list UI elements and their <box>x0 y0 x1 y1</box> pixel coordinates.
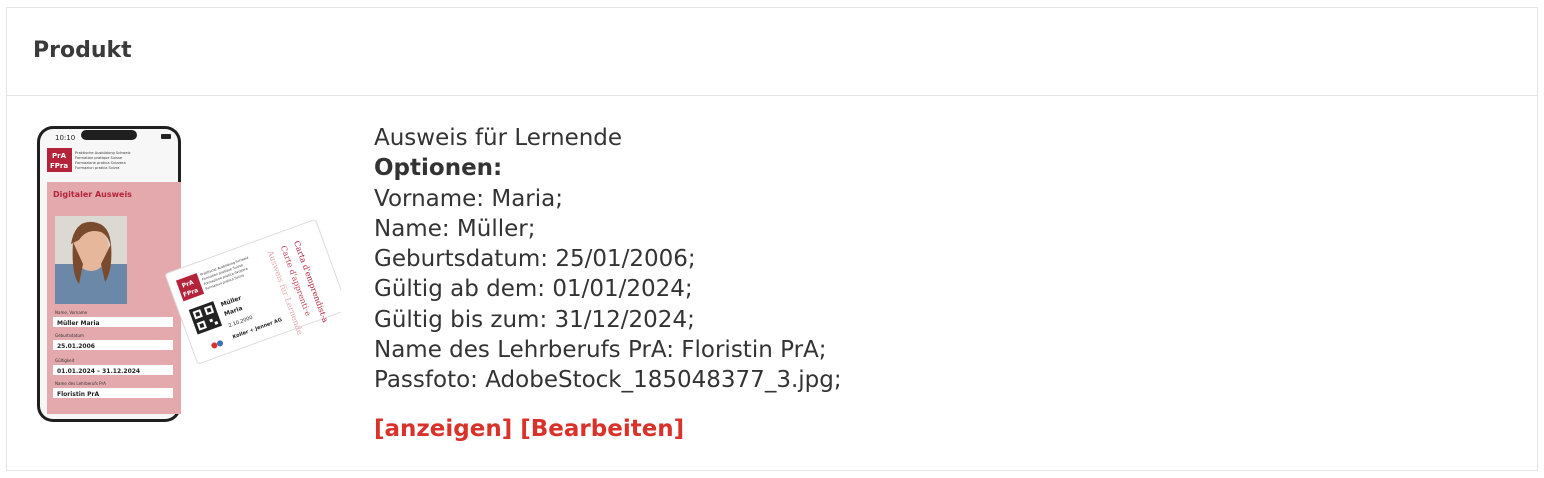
table-header: Produkt <box>7 8 1537 96</box>
product-image-illustration: 10:10 PrA FPra Praktische Ausbildung Sch… <box>37 126 348 422</box>
phone-field-label: Geburtsdatum <box>55 333 84 338</box>
phone-org-line: Furmaziun pratica Svizra <box>75 166 120 170</box>
phone-org-line: Praktische Ausbildung Schweiz <box>75 151 131 155</box>
options-label: Optionen: <box>374 155 503 182</box>
phone-field-value: Floristin PrA <box>57 391 100 398</box>
phone-field-label: Name, Vorname <box>55 310 88 315</box>
phone-field-value: 25.01.2006 <box>57 343 95 350</box>
option-line: Vorname: Maria; <box>374 185 563 212</box>
option-line: Geburtsdatum: 25/01/2006; <box>374 246 696 273</box>
phone-mockup: 10:10 PrA FPra Praktische Ausbildung Sch… <box>37 126 181 422</box>
phone-logo-line1: PrA <box>52 152 67 160</box>
option-line: Name des Lehrberufs PrA: Floristin PrA; <box>374 337 827 364</box>
phone-field-value: 01.01.2024 – 31.12.2024 <box>57 368 140 375</box>
phone-field-label: Name des Lehrberufs PrA <box>55 381 106 386</box>
option-line: Gültig ab dem: 01/01/2024; <box>374 276 693 303</box>
passport-photo <box>55 216 127 304</box>
phone-field-value: Müller Maria <box>57 320 100 327</box>
phone-field-label: Gültigkeit <box>55 358 75 363</box>
view-link[interactable]: [anzeigen] <box>374 416 512 442</box>
product-table: Produkt 10:10 PrA FPra Praktische Ausbil… <box>6 7 1538 471</box>
column-header-produkt: Produkt <box>33 38 132 63</box>
table-row: 10:10 PrA FPra Praktische Ausbildung Sch… <box>7 96 1537 470</box>
product-details: Ausweis für Lernende Optionen: Vorname: … <box>374 123 842 396</box>
physical-id-card: PrA FPra Praktische Ausbildung Schweiz F… <box>165 219 348 364</box>
product-actions: [anzeigen] [Bearbeiten] <box>374 416 684 442</box>
edit-link[interactable]: [Bearbeiten] <box>520 416 684 442</box>
phone-time: 10:10 <box>55 134 75 142</box>
phone-card-title: Digitaler Ausweis <box>53 190 132 199</box>
option-line: Name: Müller; <box>374 215 536 242</box>
phone-logo-line2: FPra <box>50 162 68 170</box>
phone-org-line: Formazione pratica Svizzera <box>75 161 126 165</box>
phone-org-line: Formation pratique Suisse <box>75 156 123 160</box>
product-image: 10:10 PrA FPra Praktische Ausbildung Sch… <box>35 124 348 428</box>
option-line: Passfoto: AdobeStock_185048377_3.jpg; <box>374 367 842 394</box>
option-line: Gültig bis zum: 31/12/2024; <box>374 306 695 333</box>
product-name: Ausweis für Lernende <box>374 125 623 151</box>
